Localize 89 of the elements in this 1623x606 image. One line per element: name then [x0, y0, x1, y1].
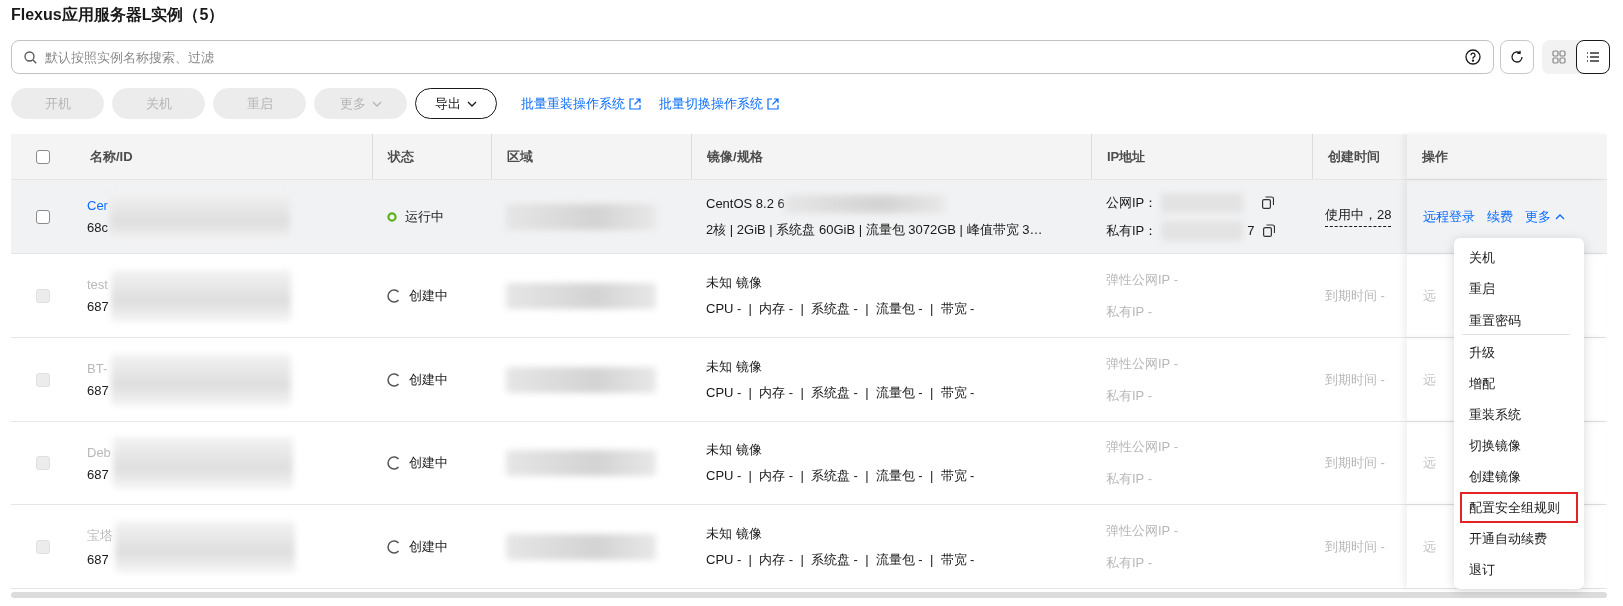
search-field[interactable]: 默认按照实例名称搜索、过滤 [11, 40, 1494, 74]
ip-label: 私有IP - [1106, 302, 1153, 321]
ip-label: 私有IP - [1106, 553, 1153, 572]
image-name: 未知 镜像 [706, 357, 762, 376]
menu-item[interactable]: 配置安全组规则 [1460, 492, 1578, 523]
created-text: 使用中，28 [1325, 206, 1392, 227]
view-toggle[interactable] [1576, 40, 1610, 74]
page-title: Flexus应用服务器L实例（5） [11, 5, 225, 25]
caret-icon [371, 100, 382, 107]
instance-id: 687 [87, 299, 109, 314]
created-text: 到期时间 - [1325, 454, 1385, 472]
refresh-button[interactable] [1500, 40, 1534, 74]
instance-name: 宝塔 [87, 526, 113, 545]
image-name: CentOS 8.2 6 [706, 196, 785, 211]
toolbar-button[interactable]: 导出 [415, 88, 497, 119]
column-header: IP地址 [1107, 147, 1146, 166]
spinner-icon [387, 456, 401, 470]
instance-id: 687 [87, 466, 110, 482]
status-text: 创建中 [409, 454, 448, 472]
instance-name: test [87, 277, 109, 292]
menu-item[interactable]: 重启 [1460, 273, 1578, 304]
menu-item[interactable]: 创建镜像 [1460, 461, 1578, 492]
search-icon [24, 50, 37, 64]
ip-label: 弹性公网IP - [1106, 354, 1178, 373]
checkbox[interactable] [36, 209, 50, 224]
column-header: 区域 [507, 147, 533, 166]
image-name: 未知 镜像 [706, 524, 762, 543]
instance-id: 687 [87, 383, 109, 398]
column-header: 操作 [1422, 147, 1448, 166]
ip-label: 私有IP - [1106, 386, 1153, 405]
instance-id: 687 [87, 551, 110, 567]
ip-suffix: 7 [1247, 223, 1255, 238]
running-status-icon [387, 211, 397, 222]
created-text: 到期时间 - [1325, 537, 1385, 556]
list-icon [1586, 51, 1600, 63]
ip-label: 公网IP： [1106, 193, 1158, 212]
search-input[interactable]: 默认按照实例名称搜索、过滤 [43, 48, 1459, 66]
link[interactable]: 批量重装操作系统 [521, 94, 641, 113]
instance-name: Deb [87, 444, 111, 460]
more-link[interactable]: 更多 [1525, 207, 1565, 226]
status-text: 创建中 [409, 537, 448, 556]
ip-label: 私有IP： [1106, 221, 1158, 240]
created-text: 到期时间 - [1325, 286, 1385, 305]
menu-item[interactable]: 开通自动续费 [1460, 523, 1578, 554]
refresh-icon [1510, 50, 1524, 64]
menu-item[interactable]: 重置密码 [1460, 304, 1578, 337]
instance-name[interactable]: Cer [87, 198, 108, 213]
image-name: 未知 镜像 [706, 441, 762, 459]
status-text: 创建中 [409, 370, 448, 389]
grid-icon [1552, 50, 1566, 64]
action-link[interactable]: 远程登录 [1423, 207, 1475, 226]
copy-icon[interactable] [1262, 224, 1275, 237]
status-text: 创建中 [409, 286, 448, 305]
spec-text: CPU - | 内存 - | 系统盘 - | 流量包 - | 带宽 - [706, 383, 975, 402]
instance-id: 68c [87, 220, 108, 235]
ip-label: 弹性公网IP - [1106, 270, 1178, 289]
checkbox[interactable] [36, 149, 50, 164]
copy-icon[interactable] [1262, 196, 1275, 209]
column-header: 名称/ID [90, 147, 133, 166]
spinner-icon [387, 288, 401, 303]
caret-icon [467, 100, 477, 107]
ip-label: 弹性公网IP - [1106, 438, 1178, 456]
spec-text: CPU - | 内存 - | 系统盘 - | 流量包 - | 带宽 - [706, 467, 975, 485]
spec-text: CPU - | 内存 - | 系统盘 - | 流量包 - | 带宽 - [706, 299, 975, 318]
menu-item[interactable]: 升级 [1460, 337, 1578, 368]
menu-item[interactable]: 重装系统 [1460, 399, 1578, 430]
ip-label: 弹性公网IP - [1106, 521, 1178, 540]
column-header: 状态 [388, 147, 414, 166]
menu-item[interactable]: 退订 [1460, 554, 1578, 585]
spinner-icon [387, 372, 401, 387]
spinner-icon [387, 539, 401, 554]
action-link[interactable]: 续费 [1487, 207, 1513, 226]
ip-label: 私有IP - [1106, 470, 1153, 488]
external-link-icon [767, 97, 779, 110]
image-name: 未知 镜像 [706, 273, 762, 292]
status-text: 运行中 [405, 207, 444, 226]
spec-text: CPU - | 内存 - | 系统盘 - | 流量包 - | 带宽 - [706, 550, 975, 569]
caret-icon [1555, 213, 1565, 220]
instance-name: BT- [87, 361, 109, 376]
column-header: 镜像/规格 [707, 147, 763, 166]
column-header: 创建时间 [1328, 147, 1380, 166]
menu-item[interactable]: 增配 [1460, 368, 1578, 399]
help-icon[interactable] [1465, 49, 1481, 65]
menu-item[interactable]: 切换镜像 [1460, 430, 1578, 461]
created-text: 到期时间 - [1325, 370, 1385, 389]
menu-item[interactable]: 关机 [1460, 242, 1578, 273]
link[interactable]: 批量切换操作系统 [659, 94, 779, 113]
external-link-icon [629, 97, 641, 110]
spec-text: 2核 | 2GiB | 系统盘 60GiB | 流量包 3072GB | 峰值带宽 3… [706, 220, 1043, 239]
